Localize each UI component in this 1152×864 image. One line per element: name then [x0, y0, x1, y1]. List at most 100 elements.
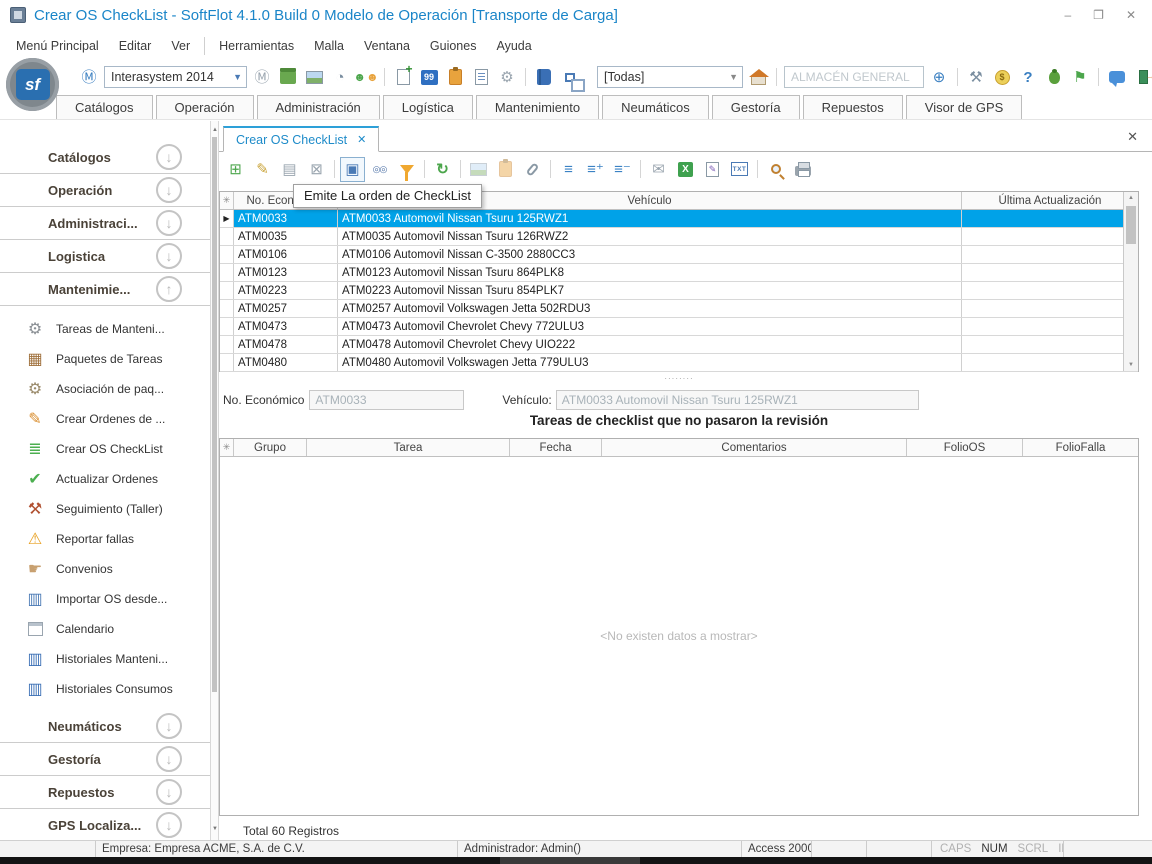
edit-record-button[interactable]: ✎ — [250, 157, 275, 182]
expand-down-icon[interactable]: ↓ — [156, 779, 182, 805]
sidebar-item-crear-os-checklist[interactable]: ≣ Crear OS CheckList — [0, 434, 210, 464]
tab-gestoria[interactable]: Gestoría — [712, 95, 800, 119]
minimize-button[interactable]: – — [1064, 8, 1071, 22]
menu-item-menu-principal[interactable]: Menú Principal — [6, 34, 109, 58]
export-txt-button[interactable]: TXT — [727, 157, 752, 182]
table-row[interactable]: ATM0257 ATM0257 Automovil Volkswagen Jet… — [220, 300, 1138, 318]
tab-administracion[interactable]: Administración — [257, 95, 380, 119]
splitter-handle[interactable]: ········ — [219, 374, 1139, 383]
scroll-up-icon[interactable]: ▲ — [1128, 195, 1134, 201]
filter-button[interactable] — [394, 157, 419, 182]
todas-filter-combo[interactable]: [Todas] ▼ — [597, 66, 743, 88]
scroll-down-icon[interactable]: ▼ — [1128, 362, 1134, 368]
column-header-folioos[interactable]: FolioOS — [907, 439, 1023, 456]
print-button[interactable] — [790, 157, 815, 182]
emit-checklist-button[interactable]: ▣ — [340, 157, 365, 182]
column-header-ultima-actualizacion[interactable]: Última Actualización — [962, 192, 1138, 209]
tree-view-button[interactable]: ≡ — [556, 157, 581, 182]
expand-down-icon[interactable]: ↓ — [156, 812, 182, 838]
collapse-tree-button[interactable]: ≡⁻ — [610, 157, 635, 182]
expand-down-icon[interactable]: ↓ — [156, 713, 182, 739]
export-excel-button[interactable]: X — [673, 157, 698, 182]
bug-icon[interactable] — [1043, 66, 1065, 88]
tab-operacion[interactable]: Operación — [156, 95, 254, 119]
table-row[interactable]: ATM0106 ATM0106 Automovil Nissan C-3500 … — [220, 246, 1138, 264]
profile-badge-icon[interactable]: Ⓜ — [78, 66, 100, 88]
sidebar-item-calendario[interactable]: Calendario — [0, 614, 210, 644]
export-note-button[interactable]: ✎ — [700, 157, 725, 182]
table-row-selected[interactable]: ▶ ATM0033 ATM0033 Automovil Nissan Tsuru… — [220, 210, 1138, 228]
tab-neumaticos[interactable]: Neumáticos — [602, 95, 709, 119]
sidebar-section-catalogos[interactable]: Catálogos ↓ — [0, 141, 210, 174]
close-button[interactable]: ✕ — [1126, 8, 1136, 22]
sidebar-item-reportar-fallas[interactable]: ⚠ Reportar fallas — [0, 524, 210, 554]
menu-item-editar[interactable]: Editar — [109, 34, 162, 58]
sidebar-section-neumaticos[interactable]: Neumáticos ↓ — [0, 710, 210, 743]
scroll-up-icon[interactable]: ▲ — [212, 127, 218, 133]
menu-item-ventana[interactable]: Ventana — [354, 34, 420, 58]
collapse-up-icon[interactable]: ↑ — [156, 276, 182, 302]
sidebar-scrollbar[interactable]: ▲ ▼ — [210, 121, 219, 840]
refresh-button[interactable]: ↻ — [430, 157, 455, 182]
sidebar-item-tareas-mantenimiento[interactable]: ⚙ Tareas de Manteni... — [0, 314, 210, 344]
table-row[interactable]: ATM0035 ATM0035 Automovil Nissan Tsuru 1… — [220, 228, 1138, 246]
users-icon[interactable]: ☻☻ — [355, 66, 377, 88]
home-icon[interactable] — [747, 66, 769, 88]
warehouse-input[interactable]: ALMACÉN GENERAL — [784, 66, 924, 88]
sidebar-section-gps-localiza[interactable]: GPS Localiza... ↓ — [0, 809, 210, 842]
document-tab-crear-os-checklist[interactable]: Crear OS CheckList ✕ — [223, 126, 379, 152]
menu-item-guiones[interactable]: Guiones — [420, 34, 487, 58]
table-row[interactable]: ATM0123 ATM0123 Automovil Nissan Tsuru 8… — [220, 264, 1138, 282]
sidebar-item-asociacion-paquetes[interactable]: ⚙ Asociación de paq... — [0, 374, 210, 404]
vehiculo-field[interactable]: ATM0033 Automovil Nissan Tsuru 125RWZ1 — [556, 390, 919, 410]
table-row[interactable]: ATM0473 ATM0473 Automovil Chevrolet Chev… — [220, 318, 1138, 336]
sidebar-section-mantenimiento[interactable]: Mantenimie... ↑ — [0, 273, 210, 306]
grid-vertical-scrollbar[interactable]: ▲ ▼ — [1123, 192, 1138, 371]
report-document-icon[interactable] — [470, 66, 492, 88]
delete-record-button[interactable]: ⊠ — [304, 157, 329, 182]
sidebar-section-operacion[interactable]: Operación ↓ — [0, 174, 210, 207]
menu-item-ayuda[interactable]: Ayuda — [486, 34, 541, 58]
table-row[interactable]: ATM0480 ATM0480 Automovil Volkswagen Jet… — [220, 354, 1138, 372]
expand-down-icon[interactable]: ↓ — [156, 210, 182, 236]
gear-icon[interactable]: ⚙ — [496, 66, 518, 88]
sidebar-item-actualizar-ordenes[interactable]: ✔ Actualizar Ordenes — [0, 464, 210, 494]
globe-icon[interactable]: ⊕ — [928, 66, 950, 88]
sidebar-item-historiales-consumos[interactable]: ▥ Historiales Consumos — [0, 674, 210, 704]
column-header-comentarios[interactable]: Comentarios — [602, 439, 907, 456]
sidebar-item-importar-os[interactable]: ▥ Importar OS desde... — [0, 584, 210, 614]
table-row[interactable]: ATM0478 ATM0478 Automovil Chevrolet Chev… — [220, 336, 1138, 354]
badge-99-icon[interactable]: 99 — [418, 66, 440, 88]
dashboard-gauge-icon[interactable]: ◔ — [329, 66, 351, 88]
exit-door-icon[interactable] — [1132, 66, 1152, 88]
tab-mantenimiento[interactable]: Mantenimiento — [476, 95, 599, 119]
scrollbar-thumb[interactable] — [1126, 206, 1136, 244]
add-record-button[interactable]: ⊞ — [223, 157, 248, 182]
menu-item-malla[interactable]: Malla — [304, 34, 354, 58]
catalog-book-icon[interactable] — [533, 66, 555, 88]
panel-close-icon[interactable]: ✕ — [1127, 129, 1138, 145]
preview-button[interactable] — [763, 157, 788, 182]
sidebar-section-administracion[interactable]: Administraci... ↓ — [0, 207, 210, 240]
expand-down-icon[interactable]: ↓ — [156, 243, 182, 269]
chat-icon[interactable] — [1106, 66, 1128, 88]
tab-repuestos[interactable]: Repuestos — [803, 95, 903, 119]
scroll-down-icon[interactable]: ▼ — [212, 826, 218, 832]
tab-close-icon[interactable]: ✕ — [357, 133, 366, 146]
column-header-grupo[interactable]: Grupo — [234, 439, 307, 456]
table-row[interactable]: ATM0223 ATM0223 Automovil Nissan Tsuru 8… — [220, 282, 1138, 300]
sidebar-section-logistica[interactable]: Logistica ↓ — [0, 240, 210, 273]
restore-button[interactable]: ❐ — [1093, 8, 1104, 22]
tools-search-icon[interactable]: ⚒ — [965, 66, 987, 88]
currency-icon[interactable]: $ — [991, 66, 1013, 88]
expand-tree-button[interactable]: ≡⁺ — [583, 157, 608, 182]
archive-icon[interactable] — [277, 66, 299, 88]
search-binoculars-button[interactable]: ◎◎ — [367, 157, 392, 182]
tab-logistica[interactable]: Logística — [383, 95, 473, 119]
attachment-button[interactable] — [520, 157, 545, 182]
tab-catalogos[interactable]: Catálogos — [56, 95, 153, 119]
sidebar-item-convenios[interactable]: ☛ Convenios — [0, 554, 210, 584]
scrollbar-thumb[interactable] — [212, 137, 217, 692]
clipboard-icon[interactable] — [444, 66, 466, 88]
new-document-icon[interactable] — [392, 66, 414, 88]
